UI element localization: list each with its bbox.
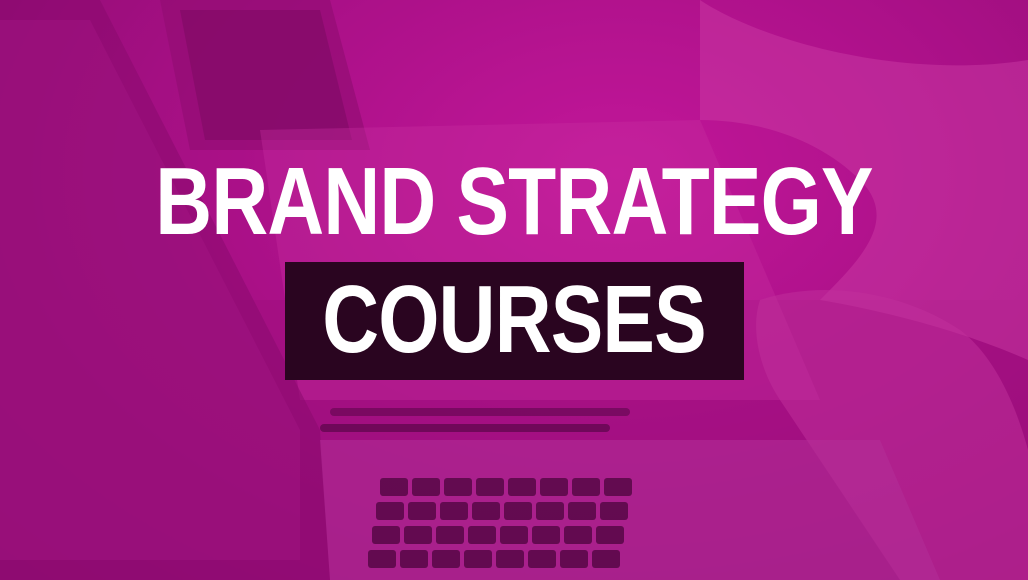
- title-line-2: COURSES: [322, 266, 706, 373]
- hero-banner: BRAND STRATEGY COURSES: [0, 0, 1028, 580]
- title-line-1: BRAND STRATEGY: [155, 148, 873, 255]
